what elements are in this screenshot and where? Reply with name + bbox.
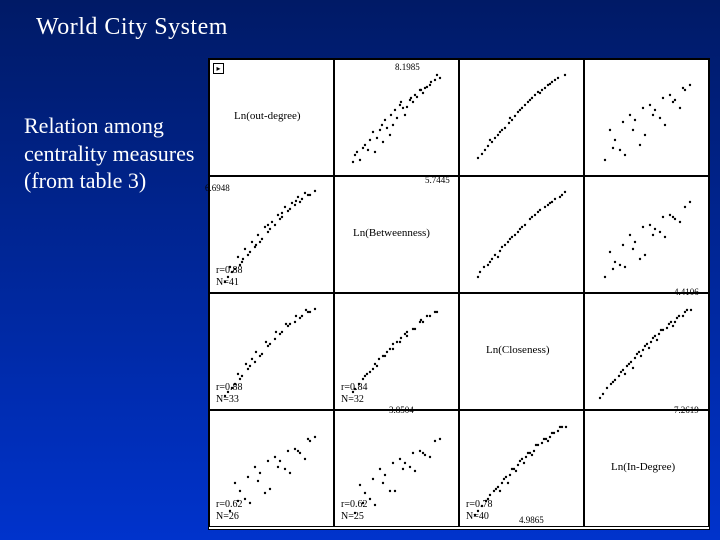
var-label-indegree: Ln(In-Degree) — [611, 461, 675, 473]
scatter-cell-4-3: r=0.78 N=40 — [459, 410, 584, 527]
var-label-outdegree: Ln(out-degree) — [234, 110, 301, 122]
scatter-marker-icon — [585, 177, 710, 294]
stat-r: r=0.62 — [341, 499, 367, 510]
axis-tick-row3-left: 3.8504 — [389, 405, 414, 415]
scatter-marker-icon — [460, 177, 585, 294]
scatter-cell-1-1: Ln(out-degree) — [209, 59, 334, 176]
stat-n: N=33 — [216, 394, 239, 405]
scatterplot-matrix: 8.1985 ▸ Ln(out-degree) — [208, 58, 710, 530]
slide-subtitle: Relation among centrality measures (from… — [24, 112, 204, 195]
scatter-cell-4-2: r=0.62 N=25 — [334, 410, 459, 527]
stat-c1r4: r=0.62 N=26 — [216, 499, 242, 522]
stat-c3r4: r=0.78 N=40 — [466, 499, 492, 522]
axis-tick-row3-right: 7.2619 — [674, 405, 699, 415]
scatter-cell-3-3: Ln(Closeness) — [459, 293, 584, 410]
scatter-marker-icon — [585, 294, 710, 411]
scatter-cell-2-4 — [584, 176, 709, 293]
stat-n: N=41 — [216, 277, 239, 288]
stat-n: N=40 — [466, 511, 489, 522]
scatter-cell-1-3 — [459, 59, 584, 176]
axis-tick-row2-right: 4.4106 — [674, 287, 699, 297]
stat-r: r=0.88 — [216, 265, 242, 276]
scatter-cell-3-4 — [584, 293, 709, 410]
scatter-cell-3-1: r=0.88 N=33 — [209, 293, 334, 410]
scatter-marker-icon — [460, 60, 585, 177]
scatter-cell-4-1: r=0.62 N=26 — [209, 410, 334, 527]
stat-r: r=0.88 — [216, 382, 242, 393]
scatter-marker-icon — [585, 60, 710, 177]
stat-r: r=0.62 — [216, 499, 242, 510]
stat-n: N=25 — [341, 511, 364, 522]
axis-tick-bottom: 4.9865 — [519, 515, 544, 525]
scatter-cell-4-4: Ln(In-Degree) — [584, 410, 709, 527]
scatter-cell-1-2 — [334, 59, 459, 176]
slide: World City System Relation among central… — [0, 0, 720, 540]
scatter-cell-1-4 — [584, 59, 709, 176]
scatter-cell-2-2: Ln(Betweenness) — [334, 176, 459, 293]
stat-c2r4: r=0.62 N=25 — [341, 499, 367, 522]
scatter-cell-2-3 — [459, 176, 584, 293]
scatter-cell-3-2: r=0.84 N=32 — [334, 293, 459, 410]
scatter-cell-2-1: r=0.88 N=41 — [209, 176, 334, 293]
slide-title: World City System — [36, 14, 228, 41]
stat-c1r3: r=0.88 N=33 — [216, 382, 242, 405]
scatter-marker-icon — [335, 60, 460, 177]
stat-c2r3: r=0.84 N=32 — [341, 382, 367, 405]
axis-tick-row1-mid: 5.7445 — [425, 175, 450, 185]
stat-c1r2: r=0.88 N=41 — [216, 265, 242, 288]
stat-n: N=32 — [341, 394, 364, 405]
stat-n: N=26 — [216, 511, 239, 522]
var-label-closeness: Ln(Closeness) — [486, 344, 550, 356]
axis-tick-row1-left: 6.6948 — [205, 183, 230, 193]
stat-r: r=0.84 — [341, 382, 367, 393]
var-label-betweenness: Ln(Betweenness) — [353, 227, 430, 239]
stat-r: r=0.78 — [466, 499, 492, 510]
